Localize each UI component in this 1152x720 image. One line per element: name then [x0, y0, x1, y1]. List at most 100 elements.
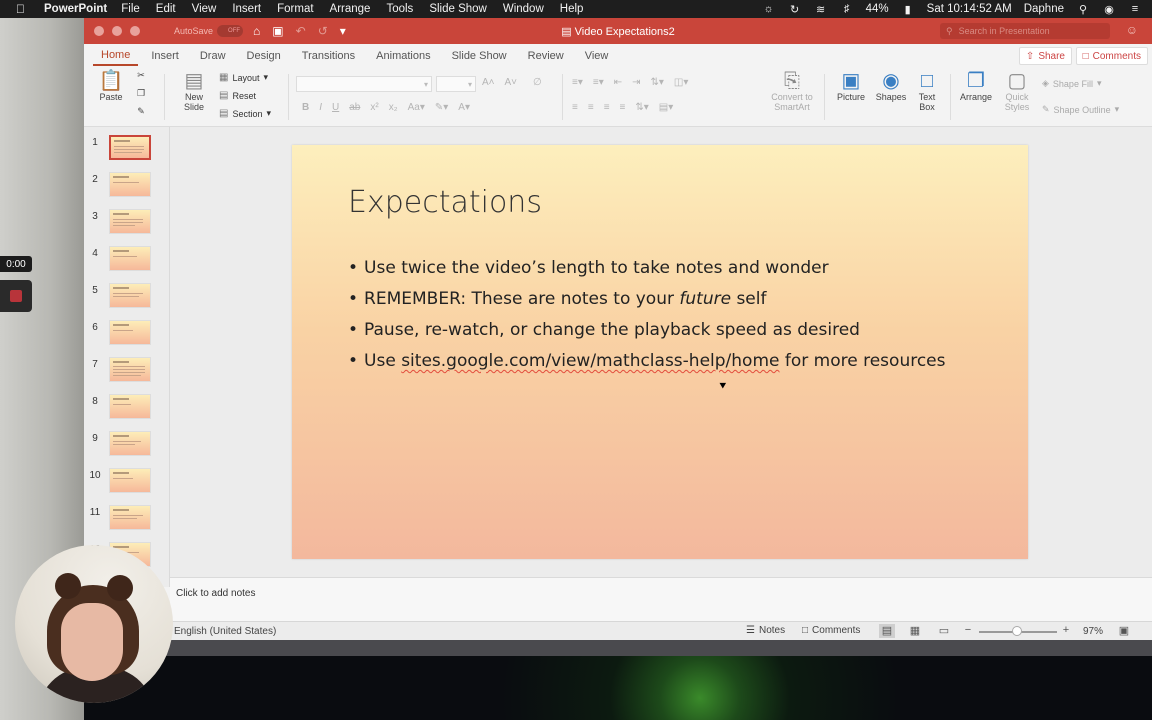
zoom-out-icon[interactable]: −	[960, 624, 976, 638]
notification-center-icon[interactable]: ≡	[1128, 3, 1142, 15]
arrange-button[interactable]: ❐ Arrange	[956, 70, 996, 102]
layout-button[interactable]: ▦ Layout ▾	[219, 72, 268, 83]
subscript-icon[interactable]: x₂	[389, 102, 398, 113]
numbering-icon[interactable]: ≡▾	[593, 77, 604, 88]
normal-view-icon[interactable]: ▤	[879, 624, 895, 638]
menu-tools[interactable]: Tools	[386, 3, 413, 15]
slide-thumbnail[interactable]: 11	[84, 505, 169, 535]
menu-edit[interactable]: Edit	[156, 3, 176, 15]
increase-indent-icon[interactable]: ⇥	[632, 77, 640, 88]
battery-percent[interactable]: 44%	[866, 3, 889, 15]
comments-toggle-button[interactable]: □ Comments	[802, 625, 860, 636]
tab-home[interactable]: Home	[93, 49, 139, 66]
zoom-in-icon[interactable]: +	[1058, 624, 1074, 638]
increase-font-icon[interactable]: A˄	[482, 77, 495, 88]
slide-sorter-icon[interactable]: ▦	[907, 624, 923, 638]
clock[interactable]: Sat 10:14:52 AM	[927, 3, 1012, 15]
char-spacing-icon[interactable]: Aa▾	[408, 102, 425, 113]
slide-thumbnail[interactable]: 8	[84, 394, 169, 424]
redo-icon[interactable]: ↺	[318, 24, 328, 38]
menu-help[interactable]: Help	[560, 3, 584, 15]
line-spacing-icon[interactable]: ⇅▾	[651, 77, 664, 88]
share-button[interactable]: ⇧ Share	[1018, 47, 1072, 65]
tab-slide-show[interactable]: Slide Show	[444, 50, 515, 66]
decrease-font-icon[interactable]: A˅	[505, 77, 518, 88]
quick-styles-button[interactable]: ▢ Quick Styles	[998, 70, 1036, 112]
convert-to-smartart-button[interactable]: ⎘ Convert to SmartArt	[766, 70, 818, 112]
text-box-button[interactable]: □ Text Box	[912, 70, 942, 112]
close-window-button[interactable]	[94, 26, 104, 36]
zoom-level[interactable]: 97%	[1083, 626, 1103, 637]
resource-url[interactable]: sites.google.com/view/mathclass-help/hom…	[401, 351, 779, 371]
clear-format-icon[interactable]: ∅	[533, 77, 542, 88]
section-button[interactable]: ▤ Section ▾	[219, 108, 271, 119]
tab-design[interactable]: Design	[239, 50, 289, 66]
picture-button[interactable]: ▣ Picture	[832, 70, 870, 102]
battery-icon[interactable]: ▮	[901, 3, 915, 16]
menu-arrange[interactable]: Arrange	[330, 3, 371, 15]
slide-body[interactable]: • Use twice the video’s length to take no…	[348, 257, 946, 381]
minimize-window-button[interactable]	[112, 26, 122, 36]
reset-button[interactable]: ▤ Reset	[219, 90, 256, 101]
undo-icon[interactable]: ↶	[296, 24, 306, 38]
volume-icon[interactable]: ♯	[840, 3, 854, 15]
strikethrough-icon[interactable]: ab	[349, 102, 360, 113]
align-right-icon[interactable]: ≡	[604, 102, 610, 113]
menu-view[interactable]: View	[192, 3, 217, 15]
search-field[interactable]: ⚲ Search in Presentation	[940, 23, 1110, 39]
tab-draw[interactable]: Draw	[192, 50, 234, 66]
new-slide-button[interactable]: ▤ New Slide	[172, 70, 216, 112]
feedback-smiley-icon[interactable]: ☺	[1126, 23, 1138, 37]
zoom-window-button[interactable]	[130, 26, 140, 36]
slide-thumbnail[interactable]: 7	[84, 357, 169, 387]
tab-animations[interactable]: Animations	[368, 50, 438, 66]
customize-toolbar-icon[interactable]: ▾	[340, 24, 346, 38]
text-direction-icon[interactable]: ⇅▾	[635, 102, 648, 113]
apple-icon[interactable]: 	[16, 2, 32, 16]
menu-insert[interactable]: Insert	[232, 3, 261, 15]
menu-file[interactable]: File	[121, 3, 140, 15]
slide-thumbnail[interactable]: 2	[84, 172, 169, 202]
format-painter-icon[interactable]: ✎	[134, 106, 148, 117]
siri-icon[interactable]: ◉	[1102, 3, 1116, 16]
shape-outline-button[interactable]: ✎ Shape Outline ▾	[1042, 104, 1119, 115]
font-name-dropdown[interactable]: ▾	[296, 76, 432, 92]
slide-thumbnail[interactable]: 3	[84, 209, 169, 239]
paste-button[interactable]: 📋 Paste	[92, 70, 130, 102]
justify-icon[interactable]: ≡	[620, 102, 626, 113]
align-text-icon[interactable]: ▤▾	[659, 102, 673, 113]
stop-recording-button[interactable]	[0, 280, 32, 312]
language-indicator[interactable]: English (United States)	[174, 626, 276, 637]
slide-thumbnail[interactable]: 1	[84, 135, 169, 165]
menu-format[interactable]: Format	[277, 3, 313, 15]
tab-transitions[interactable]: Transitions	[294, 50, 363, 66]
shapes-button[interactable]: ◉ Shapes	[872, 70, 910, 102]
tab-view[interactable]: View	[577, 50, 617, 66]
decrease-indent-icon[interactable]: ⇤	[614, 77, 622, 88]
bold-icon[interactable]: B	[302, 102, 309, 113]
menu-slide-show[interactable]: Slide Show	[429, 3, 487, 15]
zoom-slider-knob[interactable]	[1012, 626, 1022, 636]
superscript-icon[interactable]: x²	[370, 102, 378, 113]
notes-pane[interactable]: Click to add notes	[170, 577, 1152, 621]
slide-thumbnail[interactable]: 10	[84, 468, 169, 498]
underline-icon[interactable]: U	[332, 102, 339, 113]
italic-icon[interactable]: I	[319, 102, 322, 113]
current-slide[interactable]: Expectations • Use twice the video’s leng…	[292, 145, 1028, 559]
menu-window[interactable]: Window	[503, 3, 544, 15]
user-name[interactable]: Daphne	[1024, 3, 1064, 15]
spotlight-icon[interactable]: ⚲	[1076, 3, 1090, 16]
slide-thumbnail[interactable]: 5	[84, 283, 169, 313]
font-size-dropdown[interactable]: ▾	[436, 76, 476, 92]
shape-fill-button[interactable]: ◈ Shape Fill ▾	[1042, 78, 1101, 89]
app-menu[interactable]: PowerPoint	[44, 3, 107, 15]
slide-title[interactable]: Expectations	[348, 185, 542, 220]
highlight-icon[interactable]: ✎▾	[435, 102, 448, 113]
comments-button[interactable]: □ Comments	[1075, 47, 1148, 65]
wifi-icon[interactable]: ≋	[814, 3, 828, 16]
tab-insert[interactable]: Insert	[143, 50, 187, 66]
autosave-toggle[interactable]: OFF	[217, 25, 244, 37]
align-center-icon[interactable]: ≡	[588, 102, 594, 113]
bullets-icon[interactable]: ≡▾	[572, 77, 583, 88]
font-color-icon[interactable]: A▾	[458, 102, 470, 113]
